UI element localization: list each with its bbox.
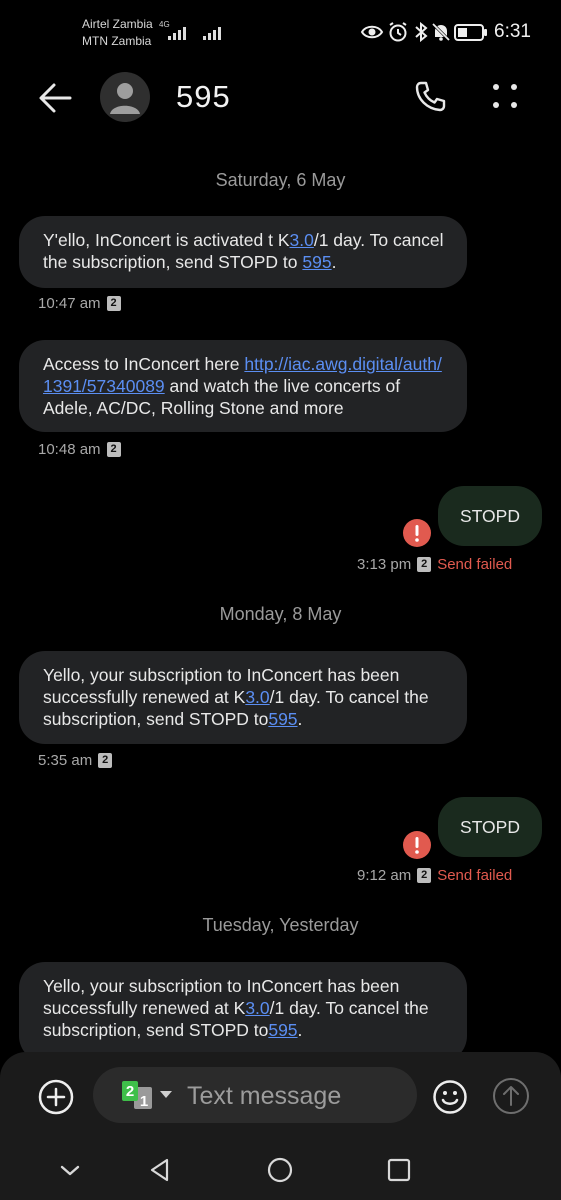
message-bubble-incoming[interactable]: Yello, your subscription to InConcert ha…	[19, 962, 467, 1062]
message-link[interactable]: 595	[268, 709, 297, 729]
chevron-down-icon[interactable]	[55, 1155, 85, 1185]
date-separator: Monday, 8 May	[219, 604, 342, 624]
message-bubble-outgoing[interactable]: STOPD	[438, 797, 542, 857]
message-time: 10:47 am	[38, 295, 101, 312]
conversation-header: 595	[0, 62, 561, 134]
message-meta: 5:35 am 2	[38, 752, 113, 769]
emoji-icon[interactable]	[432, 1079, 468, 1115]
sim-back-label: 1	[140, 1093, 148, 1110]
message-text: Y'ello, InConcert is activated t K	[43, 230, 290, 250]
message-text: STOPD	[460, 816, 520, 837]
message-bubble-incoming[interactable]: Access to InConcert here http://iac.awg.…	[19, 340, 467, 432]
sim-badge: 2	[417, 868, 432, 883]
message-time: 3:13 pm	[357, 556, 412, 573]
avatar[interactable]	[100, 72, 150, 122]
home-circle-icon[interactable]	[265, 1155, 295, 1185]
message-bubble-incoming[interactable]: Yello, your subscription to InConcert ha…	[19, 651, 467, 744]
message-bubble-outgoing[interactable]: STOPD	[438, 486, 542, 546]
error-icon[interactable]	[403, 831, 431, 859]
error-icon[interactable]	[403, 519, 431, 547]
chevron-down-icon	[160, 1091, 172, 1098]
send-icon[interactable]	[492, 1077, 530, 1115]
system-nav-bar	[0, 1140, 561, 1200]
contact-name: 595	[176, 79, 231, 114]
phone-icon[interactable]	[412, 79, 448, 115]
signal-2-icon	[203, 27, 221, 40]
back-triangle-icon[interactable]	[145, 1155, 175, 1185]
add-icon[interactable]	[38, 1079, 74, 1115]
sim-badge: 2	[106, 296, 121, 311]
recents-square-icon[interactable]	[384, 1155, 414, 1185]
alarm-icon	[389, 22, 407, 42]
message-text: .	[297, 1020, 303, 1040]
sim-front-label: 2	[126, 1083, 134, 1100]
sim-badge: 2	[106, 442, 121, 457]
carrier-2: MTN Zambia	[82, 34, 152, 48]
message-text: .	[331, 252, 337, 272]
carrier-1: Airtel Zambia	[82, 17, 153, 31]
message-time: 9:12 am	[357, 867, 412, 884]
message-time: 5:35 am	[38, 752, 93, 769]
sim-badge: 2	[417, 557, 432, 572]
message-bubble-incoming[interactable]: Y'ello, InConcert is activated t K3.0/1 …	[19, 216, 467, 288]
person-icon	[110, 83, 140, 114]
clock: 6:31	[494, 21, 531, 42]
date-separator: Saturday, 6 May	[215, 170, 346, 190]
message-time: 10:48 am	[38, 441, 101, 458]
message-meta: 9:12 am 2 Send failed	[357, 867, 512, 884]
eye-icon	[360, 25, 384, 39]
message-text: STOPD	[460, 505, 520, 526]
sim-badge: 2	[98, 753, 113, 768]
message-link[interactable]: 3.0	[245, 687, 269, 707]
message-link[interactable]: 595	[268, 1020, 297, 1040]
message-link[interactable]: 3.0	[245, 998, 269, 1018]
more-icon[interactable]	[488, 80, 522, 114]
message-input[interactable]	[187, 1082, 407, 1111]
sim-select-icon[interactable]: 2 1	[120, 1079, 176, 1113]
send-failed-status[interactable]: Send failed	[437, 867, 512, 884]
message-link[interactable]: 595	[302, 252, 331, 272]
battery-icon	[454, 24, 487, 41]
send-failed-status[interactable]: Send failed	[437, 556, 512, 573]
message-meta: 3:13 pm 2 Send failed	[357, 556, 512, 573]
message-link[interactable]: 3.0	[290, 230, 314, 250]
message-meta: 10:47 am 2	[38, 295, 121, 312]
mute-icon	[431, 22, 451, 42]
back-arrow-icon[interactable]	[36, 80, 76, 116]
message-text: .	[297, 709, 303, 729]
message-meta: 10:48 am 2	[38, 441, 121, 458]
date-separator: Tuesday, Yesterday	[202, 915, 359, 935]
signal-1-icon	[168, 27, 186, 40]
status-bar: Airtel Zambia 4G MTN Zambia 6:31	[0, 0, 561, 62]
message-text: Access to InConcert here	[43, 354, 245, 374]
